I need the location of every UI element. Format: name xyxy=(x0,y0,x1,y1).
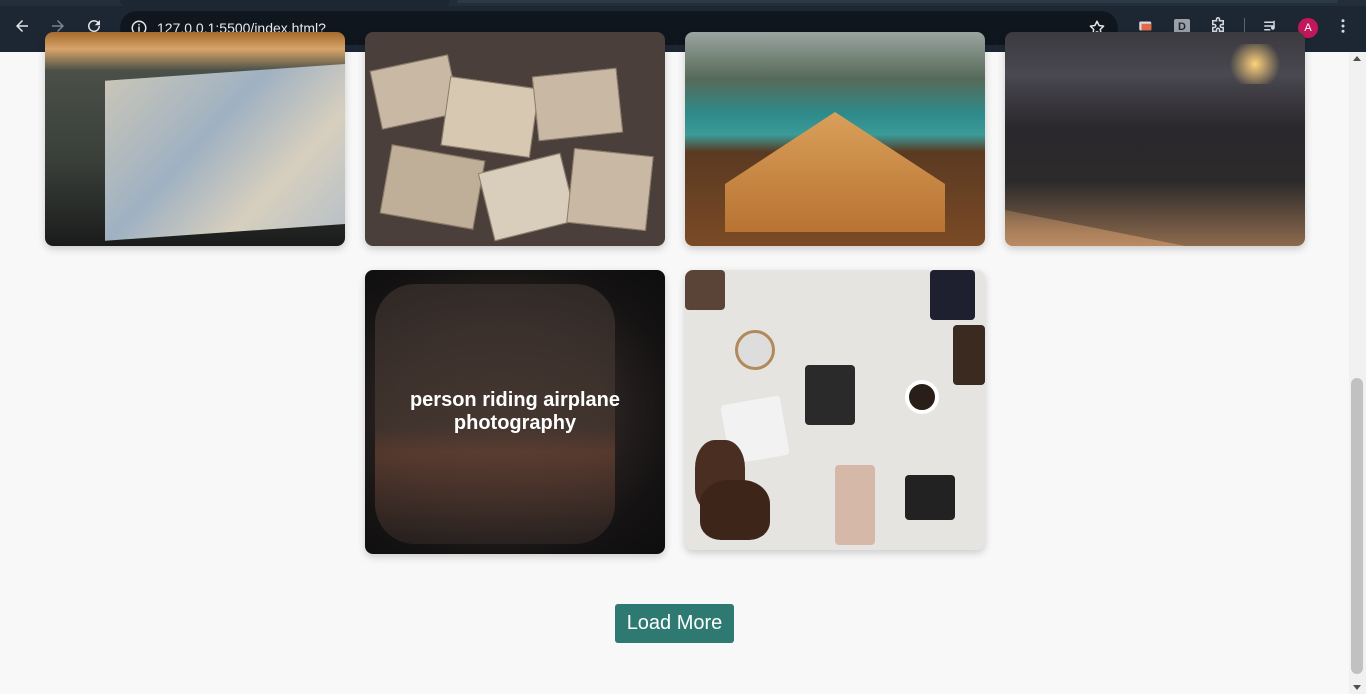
gallery-card-map-on-dashboard[interactable] xyxy=(45,32,345,246)
back-icon[interactable] xyxy=(10,14,34,38)
camera-image xyxy=(805,365,855,425)
map-sheet-image xyxy=(566,148,654,231)
floral-paper-image xyxy=(835,465,875,545)
boat-deck-image xyxy=(725,112,945,232)
map-sheet-image xyxy=(440,76,540,158)
coffee-cup-image xyxy=(905,380,939,414)
dune-image xyxy=(1005,210,1185,246)
more-menu-icon[interactable] xyxy=(1334,17,1352,35)
wallet-image xyxy=(685,270,725,310)
card-hover-overlay: person riding airplane photography xyxy=(365,270,665,554)
map-sheet-image xyxy=(531,67,624,142)
magnifier-image xyxy=(735,330,775,370)
gallery-card-airplane-window[interactable]: person riding airplane photography xyxy=(365,270,665,554)
load-more-button[interactable]: Load More xyxy=(615,604,734,643)
map-photo-image xyxy=(105,63,345,241)
tab-strip xyxy=(0,0,1366,6)
sunlight-image xyxy=(1225,44,1285,84)
gallery-card-travel-flatlay[interactable] xyxy=(685,270,985,550)
scrollbar-thumb[interactable] xyxy=(1351,378,1363,674)
page-scrollbar[interactable] xyxy=(1349,52,1366,694)
film-camera-image xyxy=(953,325,985,385)
passport-image xyxy=(930,270,975,320)
active-tab-edge[interactable] xyxy=(120,0,450,6)
scroll-down-arrow-icon[interactable] xyxy=(1353,685,1361,690)
map-sheet-image xyxy=(477,152,578,242)
gallery-card-boat-on-lake[interactable] xyxy=(685,32,985,246)
card-caption: person riding airplane photography xyxy=(409,389,621,434)
scroll-up-arrow-icon[interactable] xyxy=(1353,56,1361,61)
map-sheet-image xyxy=(379,144,486,230)
gallery-card-desert-dunes[interactable] xyxy=(1005,32,1305,246)
small-camera-image xyxy=(905,475,955,520)
inactive-tab-edge[interactable] xyxy=(458,0,1338,3)
gallery-card-scattered-maps[interactable] xyxy=(365,32,665,246)
boot-image xyxy=(700,480,770,540)
